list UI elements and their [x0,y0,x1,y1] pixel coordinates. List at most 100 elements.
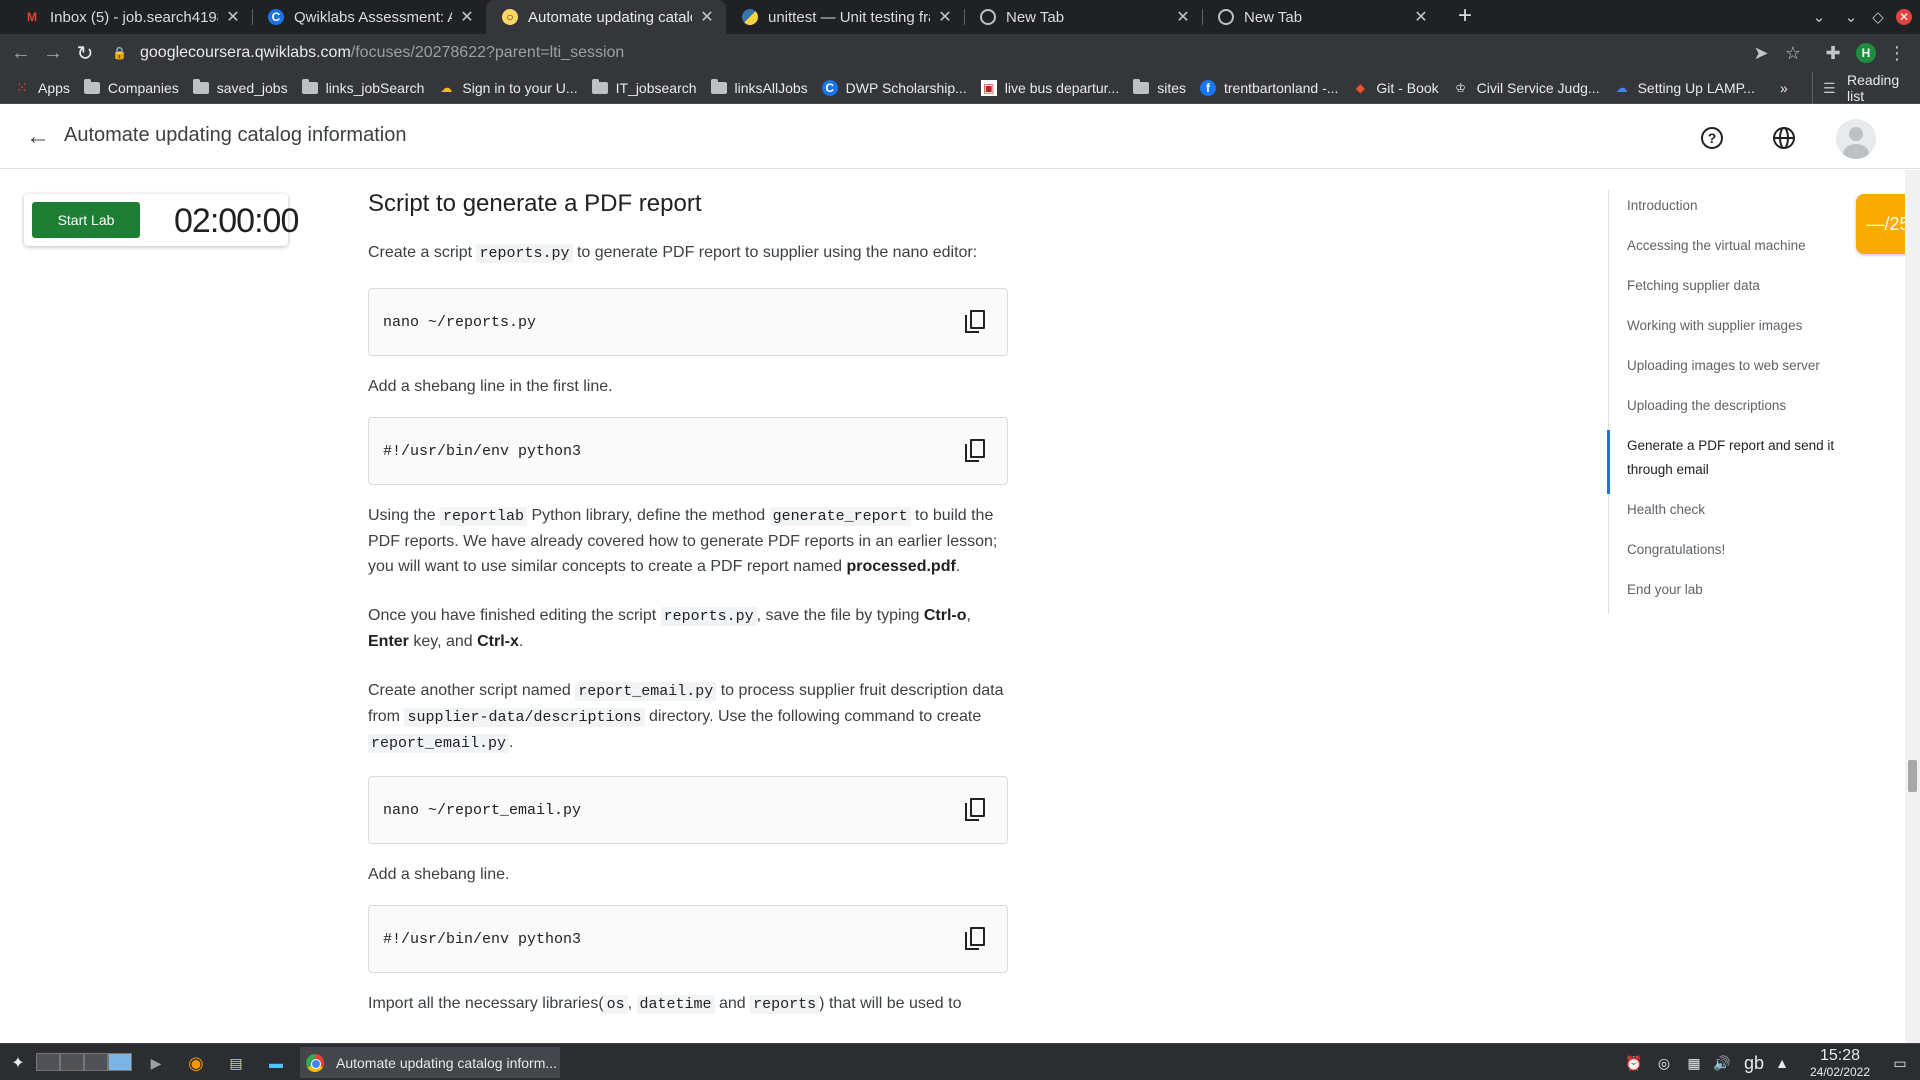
scrollbar-thumb[interactable] [1908,760,1917,792]
more-bookmarks-button[interactable]: » [1780,80,1788,96]
code-text[interactable]: #!/usr/bin/env python3 [383,443,581,460]
toc-item-uploading-images[interactable]: Uploading images to web server [1609,350,1838,390]
tab-gmail-inbox[interactable]: M Inbox (5) - job.search4198t@ ✕ [8,0,252,34]
tab-qwiklabs-assessment[interactable]: C Qwiklabs Assessment: Autom ✕ [252,0,486,34]
bookmark-lamp[interactable]: ☁ Setting Up LAMP... [1614,80,1755,96]
tray-expand-icon[interactable]: ▲ [1772,1050,1792,1076]
new-tab-button[interactable]: + [1452,4,1478,30]
code-text[interactable]: nano ~/reports.py [383,314,536,331]
start-lab-button[interactable]: Start Lab [32,202,140,238]
profile-avatar[interactable]: H [1856,43,1876,63]
workspace-4[interactable] [108,1053,132,1071]
close-icon[interactable]: ✕ [698,7,716,27]
address-bar[interactable]: 🔒 googlecoursera.qwiklabs.com/focuses/20… [112,38,1732,68]
file-manager-icon[interactable]: ▬ [266,1050,286,1076]
bookmark-sign-in[interactable]: ☁ Sign in to your U... [438,80,577,96]
launcher-icon[interactable]: ✦ [8,1050,28,1076]
inline-code: datetime [636,995,715,1014]
taskbar-chrome-window[interactable]: Automate updating catalog inform... [300,1047,560,1078]
lab-instructions: Script to generate a PDF report Create a… [368,190,1008,1017]
inline-code: reports [750,995,820,1014]
qwiklabs-icon: ○ [502,9,518,25]
bookmark-live-bus[interactable]: ▣ live bus departur... [980,79,1119,96]
close-icon[interactable]: ✕ [936,7,954,27]
tab-automate-catalog[interactable]: ○ Automate updating catalog i ✕ [486,0,726,34]
toc-item-generate-pdf[interactable]: Generate a PDF report and send it throug… [1607,430,1838,494]
firefox-icon[interactable]: ◉ [186,1050,206,1076]
facebook-icon: f [1200,79,1216,96]
close-icon[interactable]: ✕ [224,7,242,27]
bookmark-linksalljobs[interactable]: linksAllJobs [710,78,808,96]
clipboard-icon[interactable]: ▦ [1684,1050,1704,1076]
tab-unittest[interactable]: unittest — Unit testing frame ✕ [726,0,964,34]
notification-bell-icon[interactable]: ⏰ [1624,1050,1644,1076]
folder-icon [710,78,727,94]
code-text[interactable]: nano ~/report_email.py [383,802,581,819]
bookmark-companies[interactable]: Companies [83,78,179,96]
close-icon: ✕ [1896,9,1912,25]
menu-kebab-icon[interactable]: ⋮ [1884,40,1910,66]
bookmark-star-icon[interactable]: ☆ [1780,40,1806,66]
close-icon[interactable]: ✕ [1174,7,1192,27]
copy-icon[interactable] [965,927,987,951]
bookmark-civil-service[interactable]: ♔ Civil Service Judg... [1453,80,1599,96]
back-icon[interactable]: ← [8,40,34,66]
keyboard-layout[interactable]: gb [1742,1050,1766,1076]
bookmark-sites[interactable]: sites [1133,78,1186,96]
toc-item-health-check[interactable]: Health check [1609,494,1838,534]
bookmark-trentbarton[interactable]: f trentbartonland -... [1200,79,1338,96]
tab-new-tab-2[interactable]: New Tab ✕ [1202,0,1440,34]
url-host: googlecoursera.qwiklabs.com [140,44,351,61]
maximize-icon[interactable]: ◇ [1864,0,1892,34]
copy-icon[interactable] [965,310,987,334]
reading-list-button[interactable]: ☰ Reading list [1812,72,1920,104]
toc-item-end-lab[interactable]: End your lab [1609,574,1838,614]
lab-timer: 02:00:00 [174,202,299,240]
site-icon: ☁ [440,80,453,95]
bookmark-saved-jobs[interactable]: saved_jobs [192,78,288,96]
copy-icon[interactable] [965,439,987,463]
workspace-1[interactable] [36,1053,60,1071]
copy-icon[interactable] [965,798,987,822]
minimize-icon[interactable]: ⌄ [1837,0,1865,34]
send-icon[interactable]: ➤ [1748,40,1774,66]
close-icon[interactable]: ✕ [1412,7,1430,27]
text-editor-icon[interactable]: ▤ [226,1050,246,1076]
paragraph-save-file: Once you have finished editing the scrip… [368,607,971,650]
tab-search-icon[interactable]: ⌄ [1805,0,1833,34]
window-close-button[interactable]: ✕ [1890,0,1918,34]
network-icon[interactable]: ◎ [1654,1050,1674,1076]
help-icon[interactable]: ? [1699,125,1725,151]
workspace-2[interactable] [60,1053,84,1071]
bookmark-links-jobsearch[interactable]: links_jobSearch [301,78,424,96]
code-block: #!/usr/bin/env python3 [368,905,1008,973]
forward-icon[interactable]: → [40,40,66,66]
close-icon[interactable]: ✕ [458,7,476,27]
toc-item-accessing-vm[interactable]: Accessing the virtual machine [1609,230,1838,270]
bookmark-apps[interactable]: ⁙ Apps [14,79,70,96]
back-arrow-icon[interactable]: ← [26,124,52,150]
taskbar-clock[interactable]: 15:28 24/02/2022 [1800,1047,1880,1079]
workspace-3[interactable] [84,1053,108,1071]
toc-item-supplier-images[interactable]: Working with supplier images [1609,310,1838,350]
volume-icon[interactable]: 🔊 [1712,1050,1732,1076]
toc-item-congratulations[interactable]: Congratulations! [1609,534,1838,574]
reload-icon[interactable]: ↻ [72,40,98,66]
bookmark-git-book[interactable]: ◆ Git - Book [1352,80,1439,96]
toc-item-introduction[interactable]: Introduction [1609,190,1838,230]
language-globe-icon[interactable] [1771,125,1797,151]
inline-code: generate_report [769,507,911,526]
toc-item-fetching-data[interactable]: Fetching supplier data [1609,270,1838,310]
bookmark-it-jobsearch[interactable]: IT_jobsearch [591,78,697,96]
code-block: #!/usr/bin/env python3 [368,417,1008,485]
paragraph-import-libraries: Import all the necessary libraries(os, d… [368,995,962,1014]
page-scrollbar[interactable] [1905,170,1920,1043]
toc-item-uploading-descriptions[interactable]: Uploading the descriptions [1609,390,1838,430]
terminal-icon[interactable]: ▶ [146,1050,166,1076]
show-desktop-icon[interactable]: ▭ [1890,1050,1910,1076]
user-avatar[interactable] [1836,119,1876,159]
extensions-icon[interactable]: ✚ [1820,40,1846,66]
code-text[interactable]: #!/usr/bin/env python3 [383,931,581,948]
bookmark-dwp-scholarship[interactable]: C DWP Scholarship... [821,79,967,96]
tab-new-tab-1[interactable]: New Tab ✕ [964,0,1202,34]
